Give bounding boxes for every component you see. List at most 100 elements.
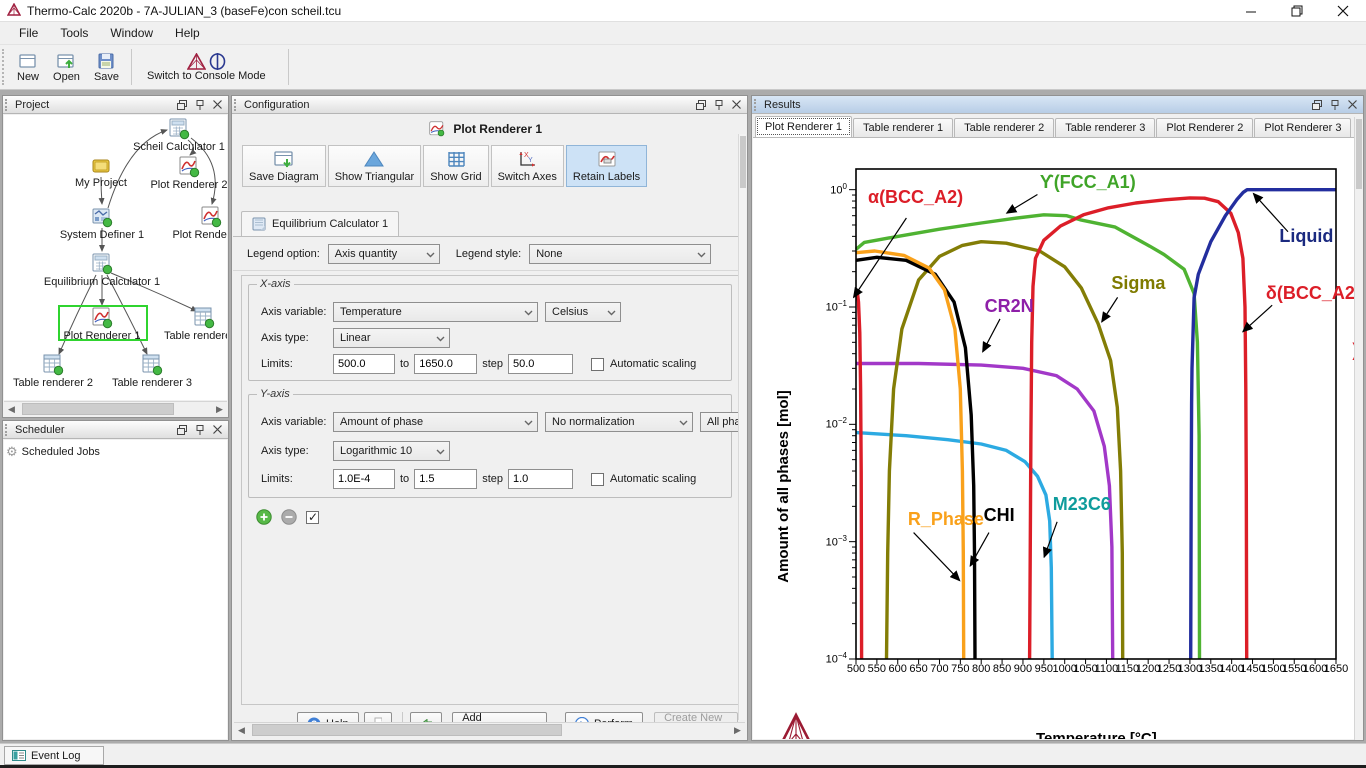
project-horizontal-scrollbar[interactable]: ◀ ▶ bbox=[4, 401, 227, 416]
float-icon[interactable] bbox=[177, 425, 187, 435]
event-log-tab[interactable]: Event Log bbox=[4, 746, 104, 765]
menu-item-help[interactable]: Help bbox=[164, 23, 211, 43]
pin-icon[interactable] bbox=[196, 425, 204, 435]
tree-node-eqcalc[interactable]: Equilibrium Calculator 1 bbox=[47, 253, 157, 288]
menu-item-window[interactable]: Window bbox=[99, 23, 164, 43]
close-icon[interactable] bbox=[1348, 100, 1357, 109]
results-tab-plot-renderer-1[interactable]: Plot Renderer 1 bbox=[755, 116, 852, 137]
plot-canvas[interactable]: α(BCC_A2)ϒ(FCC_A1)CR2NSigmaLiquidδ(BCC_A… bbox=[753, 138, 1354, 739]
scroll-right-icon[interactable]: ▶ bbox=[212, 402, 227, 416]
x-axis-title: Temperature [°C] bbox=[1036, 730, 1157, 739]
results-tab-table-renderer-3[interactable]: Table renderer 3 bbox=[1055, 118, 1155, 137]
menu-item-tools[interactable]: Tools bbox=[49, 23, 99, 43]
pin-icon[interactable] bbox=[196, 100, 204, 110]
y-automatic-scaling-checkbox[interactable] bbox=[591, 473, 604, 486]
x-tick-label: 550 bbox=[868, 663, 886, 675]
retain-labels-button[interactable]: Retain Labels bbox=[566, 145, 647, 187]
chevron-down-icon bbox=[679, 420, 688, 426]
y-limit-from-input[interactable] bbox=[333, 469, 395, 489]
float-icon[interactable] bbox=[177, 100, 187, 110]
save-diagram-button[interactable]: Save Diagram bbox=[242, 145, 326, 187]
minimize-button[interactable] bbox=[1228, 0, 1274, 22]
y-axis-type-label: Axis type: bbox=[261, 445, 333, 457]
results-vertical-scrollbar[interactable] bbox=[1354, 117, 1363, 740]
float-icon[interactable] bbox=[1312, 100, 1322, 110]
panel-drag-handle[interactable] bbox=[754, 99, 759, 111]
project-tree-canvas[interactable]: Scheil Calculator 1My ProjectPlot Render… bbox=[4, 115, 227, 400]
save-button[interactable]: Save bbox=[87, 45, 126, 89]
scrollbar-thumb[interactable] bbox=[22, 403, 174, 415]
curve-liquid bbox=[1191, 190, 1336, 659]
x-axis-type-select[interactable]: Linear bbox=[333, 328, 450, 348]
pin-icon[interactable] bbox=[1331, 100, 1339, 110]
scrollbar-thumb[interactable] bbox=[252, 724, 562, 736]
tree-node-pr3[interactable]: Plot Renderer 3 bbox=[156, 206, 227, 241]
panel-drag-handle[interactable] bbox=[5, 99, 10, 111]
configuration-vertical-scrollbar[interactable] bbox=[738, 134, 746, 720]
phase-label--bcc-a2: δ(BCC_A2 bbox=[1266, 284, 1354, 302]
float-icon[interactable] bbox=[696, 100, 706, 110]
y-axis-normalization-select[interactable]: No normalization bbox=[545, 412, 693, 432]
tree-node-tr2[interactable]: Table renderer 2 bbox=[4, 354, 108, 389]
legend-option-select[interactable]: Axis quantity bbox=[328, 244, 440, 264]
scrollbar-thumb[interactable] bbox=[740, 136, 746, 188]
scroll-right-icon[interactable]: ▶ bbox=[730, 723, 745, 737]
close-button[interactable] bbox=[1320, 0, 1366, 22]
tree-node-scheil[interactable]: Scheil Calculator 1 bbox=[124, 118, 227, 153]
tree-node-tr1[interactable]: Table renderer 1 bbox=[149, 307, 227, 342]
tree-node-tr3[interactable]: Table renderer 3 bbox=[97, 354, 207, 389]
close-icon[interactable] bbox=[213, 425, 222, 434]
toolbar-drag-handle[interactable] bbox=[2, 49, 8, 85]
y-axis-variable-label: Axis variable: bbox=[261, 416, 333, 428]
scroll-left-icon[interactable]: ◀ bbox=[234, 723, 249, 737]
tree-node-pr1[interactable]: Plot Renderer 1 bbox=[47, 307, 157, 342]
x-step-input[interactable] bbox=[508, 354, 573, 374]
new-button[interactable]: New bbox=[10, 45, 46, 89]
x-axis-variable-label: Axis variable: bbox=[261, 306, 333, 318]
pin-icon[interactable] bbox=[715, 100, 723, 110]
x-axis-group: X-axis Axis variable: Temperature Celsiu… bbox=[248, 278, 732, 381]
results-tab-plot-renderer-3[interactable]: Plot Renderer 3 bbox=[1254, 118, 1351, 137]
legend-style-select[interactable]: None bbox=[529, 244, 711, 264]
scheduled-jobs-item[interactable]: ⚙ Scheduled Jobs bbox=[4, 440, 227, 464]
y-axis-variable-select[interactable]: Amount of phase bbox=[333, 412, 538, 432]
menu-item-file[interactable]: File bbox=[8, 23, 49, 43]
switch-to-console-mode-button[interactable]: Switch to Console Mode bbox=[137, 45, 276, 89]
switch-axes-button[interactable]: XYSwitch Axes bbox=[491, 145, 564, 187]
show-triangular-button[interactable]: Show Triangular bbox=[328, 145, 422, 187]
x-tick-label: 600 bbox=[889, 663, 907, 675]
x-limit-from-input[interactable] bbox=[333, 354, 395, 374]
x-automatic-scaling-checkbox[interactable] bbox=[591, 358, 604, 371]
x-tick-label: 1650 bbox=[1324, 663, 1348, 675]
y-limit-to-input[interactable] bbox=[414, 469, 477, 489]
notebook-icon bbox=[252, 217, 267, 231]
results-tab-table-renderer-1[interactable]: Table renderer 1 bbox=[853, 118, 953, 137]
x-limit-to-input[interactable] bbox=[414, 354, 477, 374]
tab-equilibrium-calculator-1[interactable]: Equilibrium Calculator 1 bbox=[241, 211, 399, 236]
open-button[interactable]: Open bbox=[46, 45, 87, 89]
scroll-left-icon[interactable]: ◀ bbox=[4, 402, 19, 416]
restore-button[interactable] bbox=[1274, 0, 1320, 22]
axis-row-checkbox[interactable] bbox=[306, 511, 319, 524]
phase-label--fcc-a1-: ϒ(FCC_A1) bbox=[1040, 173, 1136, 191]
configuration-horizontal-scrollbar[interactable]: ◀ ▶ bbox=[234, 722, 745, 737]
remove-axis-button[interactable] bbox=[281, 509, 297, 525]
axes-definition-frame: X-axis Axis variable: Temperature Celsiu… bbox=[241, 275, 741, 705]
results-tab-plot-renderer-2[interactable]: Plot Renderer 2 bbox=[1156, 118, 1253, 137]
panel-drag-handle[interactable] bbox=[234, 99, 239, 111]
table-node-icon bbox=[193, 307, 215, 329]
add-axis-button[interactable] bbox=[256, 509, 272, 525]
tree-node-sysdef[interactable]: System Definer 1 bbox=[47, 206, 157, 241]
configuration-content: Plot Renderer 1 Save DiagramShow Triangu… bbox=[233, 115, 746, 739]
y-axis-type-select[interactable]: Logarithmic 10 bbox=[333, 441, 450, 461]
x-axis-unit-select[interactable]: Celsius bbox=[545, 302, 621, 322]
show-grid-button[interactable]: Show Grid bbox=[423, 145, 488, 187]
scrollbar-thumb[interactable] bbox=[1356, 119, 1362, 189]
close-icon[interactable] bbox=[732, 100, 741, 109]
panel-drag-handle[interactable] bbox=[5, 424, 10, 436]
results-tab-table-renderer-2[interactable]: Table renderer 2 bbox=[954, 118, 1054, 137]
tree-node-pr2[interactable]: Plot Renderer 2 bbox=[134, 156, 227, 191]
y-step-input[interactable] bbox=[508, 469, 573, 489]
x-axis-variable-select[interactable]: Temperature bbox=[333, 302, 538, 322]
close-icon[interactable] bbox=[213, 100, 222, 109]
